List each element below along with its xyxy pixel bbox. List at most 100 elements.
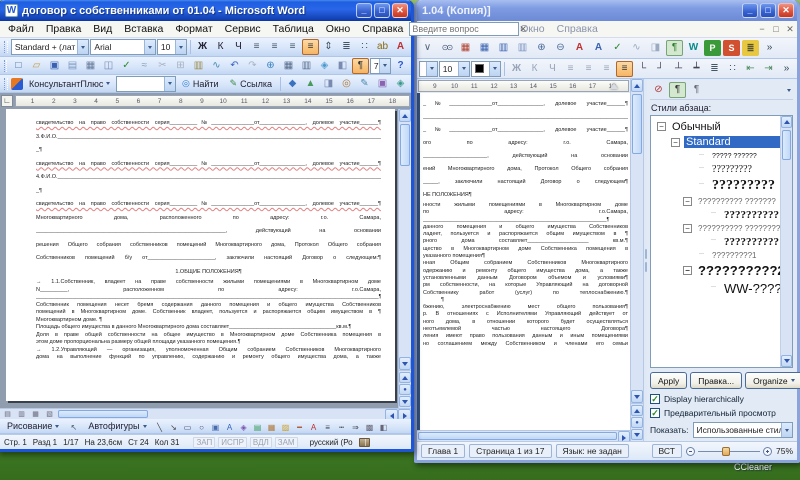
scroll-down-icon[interactable] xyxy=(399,357,411,370)
bullets-icon[interactable]: ∷ xyxy=(724,61,741,77)
style-tree-item[interactable]: − Standard xyxy=(671,134,780,150)
numbering-icon[interactable]: ≣ xyxy=(706,61,723,77)
font-combo[interactable] xyxy=(419,61,438,77)
edit-style-button[interactable]: Правка... xyxy=(690,372,742,389)
scroll-up-icon[interactable] xyxy=(781,116,792,128)
title-bar[interactable]: W договор с собственниками от 01.04 - Mi… xyxy=(0,0,411,21)
dropdown-caret-icon[interactable] xyxy=(426,62,437,76)
open-folder-icon[interactable]: ▱ xyxy=(28,58,45,74)
arrow-style-icon[interactable]: ⇒ xyxy=(349,420,363,433)
menu-item[interactable]: Окно xyxy=(320,22,356,36)
w-tool-icon[interactable]: W xyxy=(685,40,702,56)
character-styles-icon[interactable]: ¶ xyxy=(688,82,705,98)
autoshapes-menu-button[interactable]: Автофигуры xyxy=(83,420,151,433)
section-icon[interactable]: ▥ xyxy=(514,40,531,56)
insert-table-icon[interactable]: ▦ xyxy=(280,58,297,74)
font-size-combo[interactable]: 10 xyxy=(439,61,471,77)
horizontal-scrollbar[interactable] xyxy=(417,430,630,441)
dropdown-caret-icon[interactable] xyxy=(164,77,175,91)
style-tree-item[interactable]: ─ ?????????? ??????? xyxy=(709,207,780,222)
style-tree-item[interactable]: − ??????????2 xyxy=(683,261,780,279)
tab-left-icon[interactable]: └ xyxy=(634,61,651,77)
select-pointer-icon[interactable]: ↖ xyxy=(65,420,82,433)
spelling-icon[interactable]: ✓ xyxy=(118,58,135,74)
vertical-scrollbar[interactable]: ● xyxy=(398,109,411,408)
tree-expand-icon[interactable]: − xyxy=(683,266,692,275)
align-left-button[interactable]: ≡ xyxy=(562,61,579,77)
browse-next-icon[interactable] xyxy=(399,396,411,407)
mdi-close-icon[interactable]: ✕ xyxy=(783,24,797,35)
tab-right-icon[interactable]: ┘ xyxy=(652,61,669,77)
table-red-icon[interactable]: ▦ xyxy=(457,40,474,56)
justify-button[interactable]: ≡ xyxy=(616,61,633,77)
browse-previous-icon[interactable] xyxy=(631,405,643,416)
scroll-up-icon[interactable] xyxy=(631,79,643,92)
tree-expand-icon[interactable]: − xyxy=(683,197,692,206)
toolbar-extra-icon-2[interactable]: ▲ xyxy=(302,76,319,92)
italic-button[interactable]: К xyxy=(212,39,229,55)
margin-marker-icon[interactable] xyxy=(610,83,618,89)
menu-item[interactable]: Формат xyxy=(169,22,218,36)
style-tree-item[interactable]: ─ ????????? xyxy=(697,176,780,195)
zoom-slider-thumb[interactable] xyxy=(722,447,730,456)
formatting-marks-icon[interactable]: ¶ xyxy=(666,40,683,56)
zoom-combo[interactable]: 75% xyxy=(370,58,391,74)
help-icon[interactable]: ? xyxy=(392,58,409,74)
status-insert-mode[interactable]: ВСТ xyxy=(652,444,682,458)
dropdown-caret-icon[interactable] xyxy=(175,40,186,54)
zoom-out-icon[interactable] xyxy=(686,447,695,456)
font-combo[interactable]: Arial xyxy=(90,39,156,55)
show-marks-icon[interactable]: ¶ xyxy=(352,58,369,74)
email-icon[interactable]: ▤ xyxy=(64,58,81,74)
style-tree-item[interactable]: − ?????????? ??????? xyxy=(683,195,780,207)
font-size-combo[interactable]: 10 xyxy=(157,39,187,55)
print-icon[interactable]: ▦ xyxy=(82,58,99,74)
decrease-indent-icon[interactable]: ⇤ xyxy=(742,61,759,77)
print-view-icon[interactable]: ▦ xyxy=(29,409,42,419)
toolbar-grip[interactable] xyxy=(4,41,8,54)
organize-button[interactable]: Organize xyxy=(745,372,800,389)
consultant-search-combo[interactable] xyxy=(116,76,176,92)
line-spacing-button[interactable]: ⇕ xyxy=(320,39,337,55)
menu-item[interactable]: Файл xyxy=(2,22,40,36)
numbering-button[interactable]: ≣ xyxy=(338,39,355,55)
increase-indent-icon[interactable]: ⇥ xyxy=(760,61,777,77)
threed-icon[interactable]: ◧ xyxy=(377,420,391,433)
shadow-icon[interactable]: ▩ xyxy=(363,420,377,433)
status-flag[interactable]: ЗАП xyxy=(193,437,215,448)
font-color-combo[interactable] xyxy=(471,61,501,77)
align-left-button[interactable]: ≡ xyxy=(248,39,265,55)
paste-icon[interactable]: ▥ xyxy=(190,58,207,74)
checkbox-checked-icon[interactable]: ✓ xyxy=(650,394,660,404)
tab-selector[interactable]: ∟ xyxy=(1,95,13,107)
tree-expand-icon[interactable]: ─ xyxy=(697,251,706,260)
status-flag[interactable]: ВДЛ xyxy=(250,437,272,448)
select-browse-object-icon[interactable]: ● xyxy=(399,384,411,395)
dropdown-caret-icon[interactable] xyxy=(781,423,792,437)
tree-expand-icon[interactable]: ─ xyxy=(709,210,718,219)
research-icon[interactable]: ≈ xyxy=(136,58,153,74)
horizontal-ruler[interactable]: 123456789101112131415161718 xyxy=(15,95,410,107)
close-button[interactable]: ✕ xyxy=(392,3,408,18)
drawing-icon[interactable]: ◈ xyxy=(316,58,333,74)
tree-scrollbar[interactable] xyxy=(780,116,792,367)
style-combo[interactable]: Standard + (лат xyxy=(11,39,90,55)
p-tool-icon[interactable]: P xyxy=(704,40,721,56)
scrollbar-thumb[interactable] xyxy=(58,410,148,418)
cut-icon[interactable]: ✂ xyxy=(154,58,171,74)
bold-button[interactable]: Ж xyxy=(194,39,211,55)
fill-format-mode-icon[interactable]: ⊘ xyxy=(650,82,667,98)
dash-style-icon[interactable]: ┅ xyxy=(335,420,349,433)
picture-icon[interactable]: ▦ xyxy=(265,420,279,433)
undo-icon[interactable]: ↶ xyxy=(226,58,243,74)
copy-icon[interactable]: ⊞ xyxy=(172,58,189,74)
spellcheck-icon[interactable]: ✓ xyxy=(609,40,626,56)
more-tools-icon[interactable]: » xyxy=(778,61,795,77)
print-preview-icon[interactable]: ◫ xyxy=(100,58,117,74)
arrow-icon[interactable]: ↘ xyxy=(167,420,181,433)
scrollbar-thumb[interactable] xyxy=(782,130,791,160)
find-button[interactable]: ◎ Найти xyxy=(177,76,224,92)
outline-view-icon[interactable]: ▧ xyxy=(43,409,56,419)
fill-color-icon[interactable]: ▨ xyxy=(279,420,293,433)
zoom-out-icon[interactable]: ⊖ xyxy=(552,40,569,56)
